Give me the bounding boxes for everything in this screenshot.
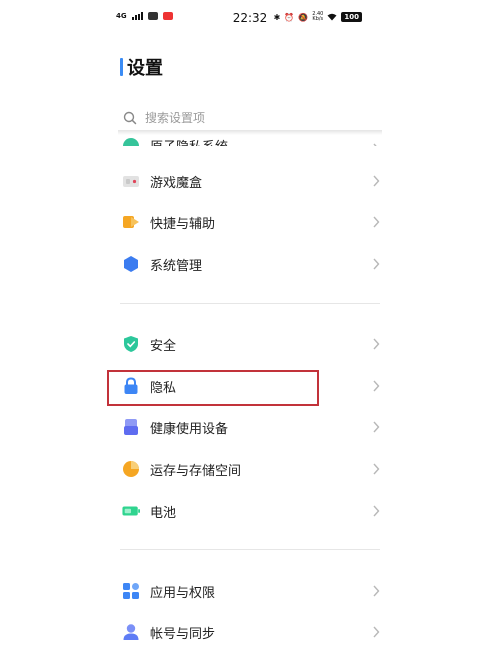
- wifi-icon: [327, 13, 337, 21]
- title-accent-bar: [120, 58, 123, 76]
- section-divider: [120, 549, 380, 550]
- settings-item-label: 运存与存储空间: [150, 463, 242, 479]
- page-title-text: 设置: [127, 58, 163, 79]
- status-bar: 4G 22:32 ✱ ⏰ 🔕 2.40 Kb/s 100: [0, 0, 500, 34]
- account-icon: [122, 623, 140, 641]
- settings-item-label: 系统管理: [150, 258, 203, 274]
- shield-icon: [122, 335, 140, 353]
- chevron-right-icon: [373, 143, 377, 146]
- settings-item-game-box[interactable]: 游戏魔盒: [120, 164, 382, 198]
- network-speed: 2.40 Kb/s: [312, 12, 323, 22]
- chevron-right-icon: [373, 380, 380, 392]
- chevron-right-icon: [373, 585, 380, 597]
- search-input[interactable]: [145, 111, 345, 125]
- search-icon: [123, 111, 137, 125]
- chevron-right-icon: [373, 626, 380, 638]
- status-right: ✱ ⏰ 🔕 2.40 Kb/s 100: [274, 12, 362, 22]
- settings-item-shortcuts[interactable]: 快捷与辅助: [120, 205, 382, 239]
- settings-item-healthy-usage[interactable]: 健康使用设备: [120, 410, 382, 444]
- atom-privacy-icon: [122, 137, 140, 146]
- chevron-right-icon: [373, 338, 380, 350]
- apps-grid-icon: [122, 582, 140, 600]
- storage-pie-icon: [122, 460, 140, 478]
- settings-item-label: 帐号与同步: [150, 626, 216, 642]
- settings-item-system-management[interactable]: 系统管理: [120, 247, 382, 281]
- settings-item-account-sync[interactable]: 帐号与同步: [120, 615, 382, 649]
- settings-item-label: 快捷与辅助: [150, 216, 216, 232]
- battery-level: 100: [341, 12, 362, 22]
- system-management-icon: [122, 255, 140, 273]
- settings-item-apps-permissions[interactable]: 应用与权限: [120, 574, 382, 608]
- search-bar[interactable]: [120, 106, 380, 130]
- battery-icon: [122, 502, 140, 520]
- settings-item-security[interactable]: 安全: [120, 327, 382, 361]
- section-divider: [120, 303, 380, 304]
- chevron-right-icon: [373, 258, 380, 270]
- alarm-icon: ⏰: [284, 12, 295, 22]
- shortcut-icon: [122, 213, 140, 231]
- chevron-right-icon: [373, 463, 380, 475]
- network-speed-unit: Kb/s: [312, 16, 324, 22]
- settings-item-label: 电池: [150, 505, 177, 521]
- settings-item-label: 游戏魔盒: [150, 175, 203, 191]
- settings-item-label: 原子隐私系统: [150, 136, 372, 146]
- privacy-highlight-box: [107, 370, 319, 406]
- chevron-right-icon: [373, 505, 380, 517]
- settings-item-battery[interactable]: 电池: [120, 494, 382, 528]
- settings-item-storage[interactable]: 运存与存储空间: [120, 452, 382, 486]
- chevron-right-icon: [373, 175, 380, 187]
- status-time: 22:32: [232, 11, 268, 25]
- settings-item-atom-privacy[interactable]: 原子隐私系统: [120, 132, 382, 146]
- mute-icon: 🔕: [298, 12, 309, 22]
- settings-item-label: 应用与权限: [150, 585, 216, 601]
- chevron-right-icon: [373, 421, 380, 433]
- settings-item-label: 安全: [150, 338, 177, 354]
- settings-item-label: 健康使用设备: [150, 421, 229, 437]
- bluetooth-icon: ✱: [273, 12, 281, 22]
- game-box-icon: [122, 172, 140, 190]
- chevron-right-icon: [373, 216, 380, 228]
- page-title: 设置: [120, 56, 163, 79]
- healthy-usage-icon: [122, 418, 140, 436]
